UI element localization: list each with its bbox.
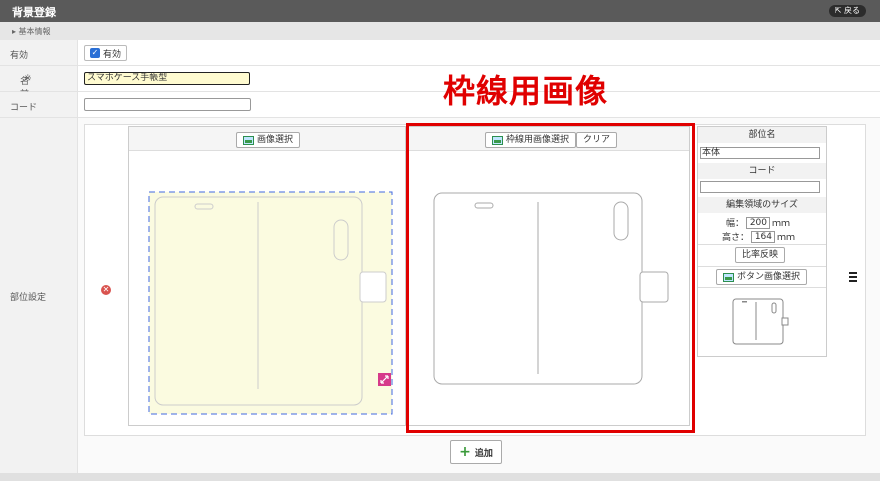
height-unit: ｍｍ [777,233,796,243]
width-label: 幅： [726,219,745,229]
enabled-label: 有効 [10,51,29,61]
delete-icon[interactable]: ✕ [101,285,111,295]
width-unit: ｍｍ [772,219,791,229]
button-image-label: ボタン画像選択 [737,272,801,282]
height-row: 高さ： 164 ｍｍ [722,230,795,243]
section-label: ▸ 基本情報 [12,27,51,36]
footer-bar [0,473,880,481]
page-title: 背景登録 [12,6,56,19]
edit-canvas[interactable] [129,152,405,426]
part-code-header: コード [698,163,826,179]
header-bar: 背景登録 ⇱ 戻る [0,0,880,22]
clasp-tab [359,271,387,303]
button-image-select[interactable]: ボタン画像選択 [716,269,808,285]
code-input[interactable] [84,98,251,111]
width-input[interactable]: 200 [746,216,771,229]
apply-ratio-button[interactable]: 比率反映 [735,247,786,263]
check-icon: ✓ [90,48,100,58]
row-enabled: 有効 [0,40,880,66]
size-header: 編集領域のサイズ [698,197,826,213]
parts-label: 部位設定 [10,293,47,303]
height-input[interactable]: 164 [751,230,776,243]
enabled-checkbox-label: 有効 [103,49,122,60]
image-icon [243,135,254,145]
enabled-checkbox[interactable]: ✓ 有効 [84,45,128,61]
image-select-label: 画像選択 [257,135,294,145]
back-button[interactable]: ⇱ 戻る [828,5,866,17]
section-header[interactable]: ▸ 基本情報 [0,22,880,40]
required-mark: ※ [24,74,32,84]
menu-icon[interactable] [849,272,859,284]
name-input[interactable]: スマホケース手帳型 [84,72,250,85]
part-code-input[interactable] [700,181,820,193]
annotation-text: 枠線用画像 [443,72,609,110]
frame-highlight-box [406,123,695,433]
image-panel: 画像選択 [128,126,406,426]
height-label: 高さ： [722,233,750,243]
edit-area-background [149,192,392,414]
plus-icon: + [459,444,471,460]
button-image-thumbnail [732,298,789,345]
add-label: 追加 [474,448,493,459]
image-select-button[interactable]: 画像選択 [236,132,301,148]
part-info-panel: 部位名 本体 コード 編集領域のサイズ 幅： 200 ｍｍ 高さ： 164 ｍｍ… [697,126,827,357]
image-icon [723,272,734,282]
width-row: 幅： 200 ｍｍ [726,216,790,229]
part-name-header: 部位名 [698,127,826,143]
add-part-button[interactable]: + 追加 [450,440,502,464]
part-name-input[interactable]: 本体 [700,147,820,159]
code-label: コード [10,103,38,113]
